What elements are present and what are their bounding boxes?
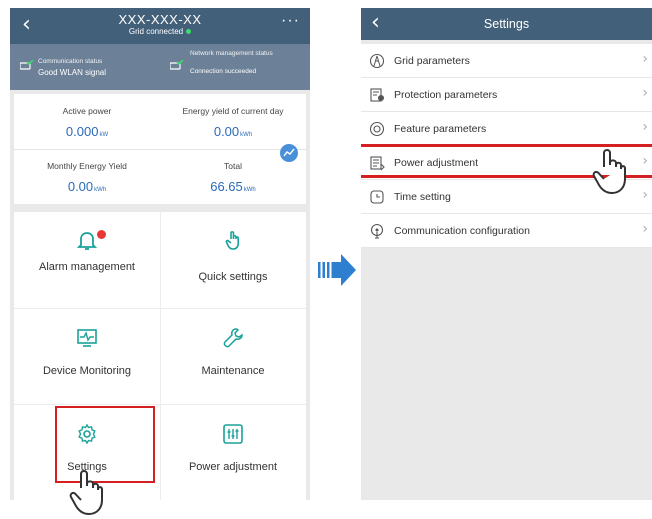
status-dot-icon [186,29,192,35]
network-check-icon [170,60,184,70]
active-power-value: 0.000 [65,124,99,139]
tile-power-adjustment[interactable]: Power adjustment [160,404,306,500]
monthly-yield-cell: Monthly Energy Yield 0.00kWh [14,161,160,194]
total-yield-cell: Total 66.65kWh [160,161,306,194]
clock-icon [370,190,384,204]
settings-item-label: Communication configuration [394,225,530,237]
total-yield-value: 66.65 [210,179,243,194]
home-header: ‹ XXX-XXX-XX Grid connected ··· [10,8,310,44]
daily-yield-unit: kWh [240,132,253,138]
status-bar: Communication status Good WLAN signal Ne… [10,44,310,90]
wlan-check-icon [20,60,34,70]
monthly-yield-value-row: 0.00kWh [14,179,160,194]
tile-device-monitoring[interactable]: Device Monitoring [14,308,160,404]
grid-parameters-icon [369,53,385,69]
settings-header: ‹ Settings [361,8,652,40]
tile-quick-label: Quick settings [198,271,268,283]
tile-quick-settings[interactable]: Quick settings [160,212,306,308]
trend-chart-icon[interactable] [280,144,298,162]
tap-hand-icon [225,231,239,250]
settings-list: Grid parameters › Protection parameters … [361,44,652,248]
monthly-yield-unit: kWh [94,187,107,193]
protection-icon [370,88,384,102]
total-yield-unit: kWh [243,187,256,193]
alarm-badge [97,230,106,239]
tile-monitoring-label: Device Monitoring [42,365,132,377]
flow-arrow-icon [318,254,356,286]
network-management-status: Network management status Connection suc… [160,44,310,90]
daily-yield-value-row: 0.00kWh [160,124,306,139]
tile-maintenance-label: Maintenance [201,365,265,377]
comm-status-label: Communication status [38,58,103,65]
settings-item-protection-parameters[interactable]: Protection parameters › [361,78,652,112]
device-title: XXX-XXX-XX [118,12,202,27]
feature-icon [369,121,385,137]
monthly-yield-value: 0.00 [67,179,94,194]
settings-title: Settings [483,17,530,31]
monthly-yield-label: Monthly Energy Yield [47,161,127,171]
communication-status: Communication status Good WLAN signal [10,44,160,90]
total-yield-label: Total [224,161,242,171]
energy-panel: Active power 0.000kW Energy yield of cur… [14,94,306,204]
active-power-value-row: 0.000kW [14,124,160,139]
chevron-right-icon: › [642,51,648,67]
settings-item-label: Feature parameters [394,123,487,135]
power-adjust-icon [223,424,243,444]
total-yield-value-row: 66.65kWh [160,179,306,194]
tile-power-label: Power adjustment [188,461,278,473]
active-power-label: Active power [62,106,112,116]
tile-alarm-label: Alarm management [39,261,135,273]
grid-status-text: Grid connected [128,27,184,36]
wrench-icon [223,328,243,348]
communication-icon [370,223,384,239]
settings-screen: ‹ Settings Grid parameters › Protection … [361,8,652,500]
settings-item-communication-configuration[interactable]: Communication configuration › [361,214,652,248]
chevron-right-icon: › [642,85,648,101]
chevron-right-icon: › [642,119,648,135]
grid-status: Grid connected [10,27,310,36]
active-power-unit: kW [99,132,109,138]
daily-yield-cell: Energy yield of current day 0.00kWh [160,106,306,139]
comm-status-value: Good WLAN signal [38,68,107,77]
more-menu-icon[interactable]: ··· [281,12,300,30]
settings-item-label: Protection parameters [394,89,498,101]
settings-item-feature-parameters[interactable]: Feature parameters › [361,112,652,146]
pointing-hand-icon [592,149,626,194]
nms-status-label: Network management status [190,50,273,57]
settings-item-label: Grid parameters [394,55,470,67]
chevron-right-icon: › [642,221,648,237]
daily-yield-value: 0.00 [213,124,240,139]
pointing-hand-icon [69,470,103,515]
energy-divider [14,149,306,150]
monitor-icon [77,329,97,347]
settings-item-label: Time setting [394,191,451,203]
tile-maintenance[interactable]: Maintenance [160,308,306,404]
settings-item-grid-parameters[interactable]: Grid parameters › [361,44,652,78]
home-screen: ‹ XXX-XXX-XX Grid connected ··· Communic… [10,8,310,500]
active-power-cell: Active power 0.000kW [14,106,160,139]
daily-yield-label: Energy yield of current day [182,106,284,116]
tile-alarm-management[interactable]: Alarm management [14,212,160,308]
alarm-bell-icon [76,232,98,250]
nms-status-value: Connection succeeded [190,68,257,75]
chevron-right-icon: › [642,187,648,203]
